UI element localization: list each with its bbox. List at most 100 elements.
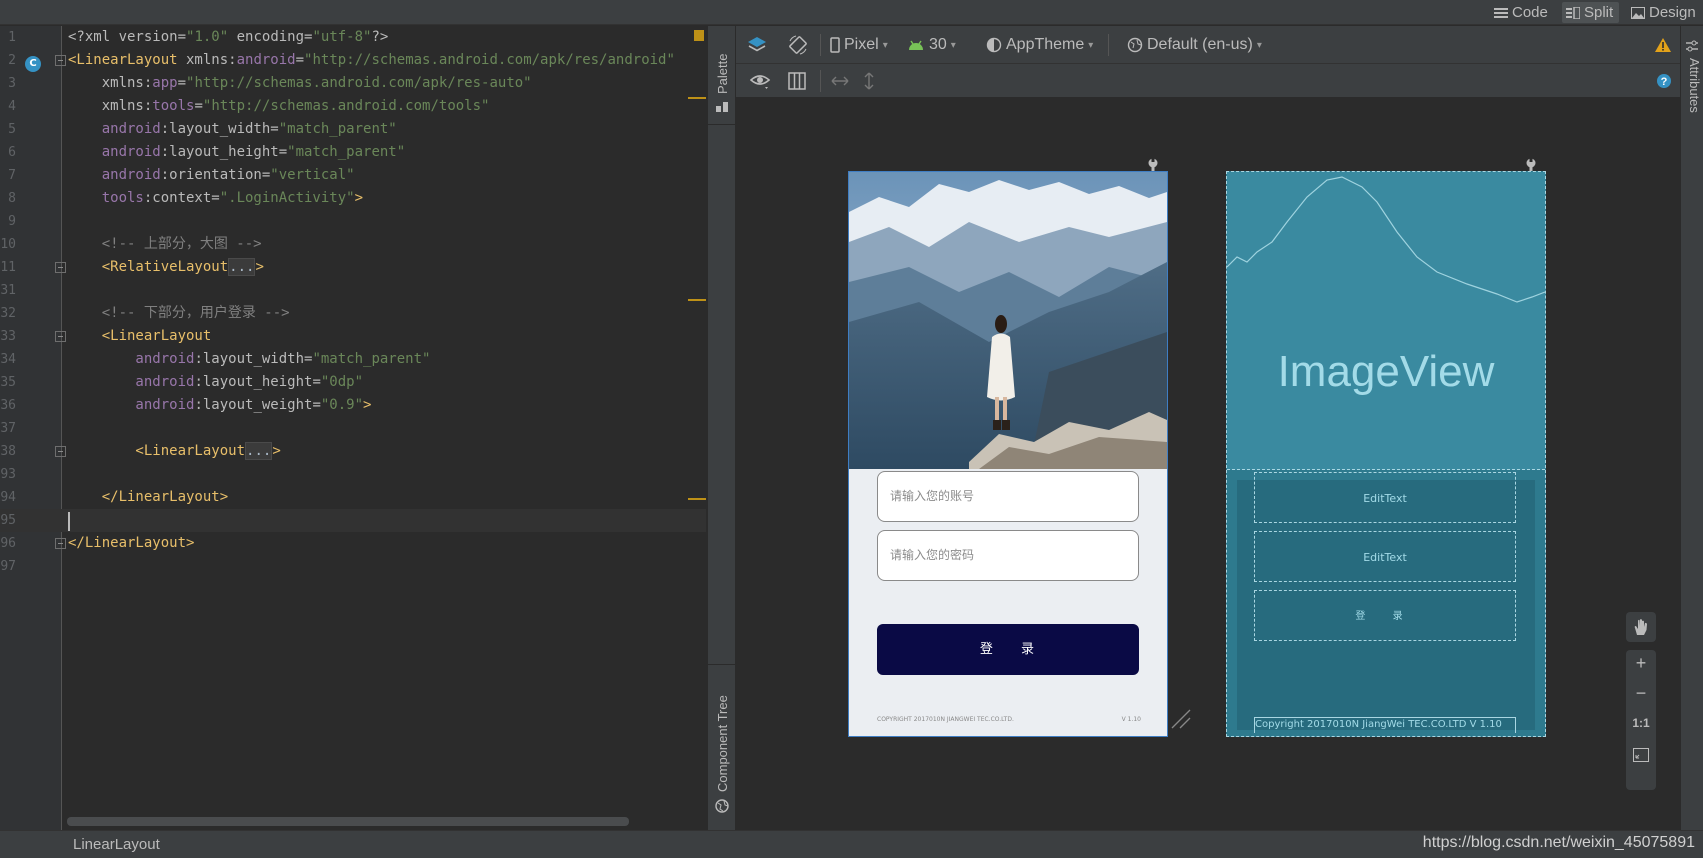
fold-toggle-icon[interactable]: [55, 446, 66, 457]
api-level-selector[interactable]: 30 ▾: [907, 35, 956, 55]
code-text[interactable]: </LinearLayout>: [68, 486, 228, 509]
code-line[interactable]: 35 android:layout_height="0dp": [0, 371, 706, 394]
zoom-fit-button[interactable]: [1626, 744, 1656, 767]
eye-icon: [750, 75, 771, 89]
code-line[interactable]: 1 <?xml version="1.0" encoding="utf-8"?>: [0, 26, 706, 49]
code-line[interactable]: 94 </LinearLayout>: [0, 486, 706, 509]
code-line[interactable]: 3 xmlns:app="http://schemas.android.com/…: [0, 72, 706, 95]
code-line[interactable]: 8 tools:context=".LoginActivity">: [0, 187, 706, 210]
folded-region[interactable]: ...: [228, 258, 256, 276]
code-token: >: [255, 259, 264, 275]
code-text[interactable]: android:orientation="vertical": [68, 164, 355, 187]
fold-toggle-icon[interactable]: [55, 538, 66, 549]
theme-selector[interactable]: AppTheme ▾: [986, 35, 1093, 55]
code-lines-icon: [1494, 7, 1508, 18]
code-line[interactable]: 2 <LinearLayout xmlns:android="http://sch…: [0, 49, 706, 72]
code-line[interactable]: 31: [0, 279, 706, 302]
issues-button[interactable]: [1654, 35, 1672, 55]
code-line[interactable]: 93: [0, 463, 706, 486]
code-line[interactable]: 37: [0, 417, 706, 440]
code-line[interactable]: 11 <RelativeLayout...>: [0, 256, 706, 279]
code-text[interactable]: android:layout_height="0dp": [68, 371, 363, 394]
device-selector[interactable]: Pixel ▾: [830, 35, 888, 55]
code-line[interactable]: 36 android:layout_weight="0.9">: [0, 394, 706, 417]
account-input[interactable]: 请输入您的账号: [877, 471, 1139, 522]
code-text[interactable]: <?xml version="1.0" encoding="utf-8"?>: [68, 26, 388, 49]
split-mode-button[interactable]: Split: [1562, 2, 1620, 23]
orientation-button[interactable]: [788, 35, 808, 55]
login-button[interactable]: 登 录: [877, 624, 1139, 675]
fold-toggle-icon[interactable]: [55, 262, 66, 273]
attributes-icon[interactable]: [1685, 38, 1699, 57]
layers-button[interactable]: [746, 35, 768, 55]
code-line[interactable]: 97: [0, 555, 706, 578]
folded-region[interactable]: ...: [245, 442, 273, 460]
horizontal-scrollbar[interactable]: [67, 817, 629, 826]
code-text[interactable]: android:layout_height="match_parent": [68, 141, 405, 164]
code-line[interactable]: 5 android:layout_width="match_parent": [0, 118, 706, 141]
palette-tab[interactable]: Palette: [715, 54, 730, 94]
code-text[interactable]: <RelativeLayout...>: [68, 256, 264, 279]
code-text[interactable]: <!-- 下部分，用户登录 -->: [68, 302, 290, 325]
design-mode-button[interactable]: Design: [1627, 2, 1702, 23]
password-input[interactable]: 请输入您的密码: [877, 530, 1139, 581]
zoom-actual-size-button[interactable]: 1:1: [1626, 716, 1656, 730]
device-label: Pixel: [844, 36, 879, 53]
code-text[interactable]: <!-- 上部分，大图 -->: [68, 233, 262, 256]
code-line[interactable]: 32 <!-- 下部分，用户登录 -->: [0, 302, 706, 325]
blueprint-preview[interactable]: ImageView EditText EditText 登 录 Copyrigh…: [1226, 171, 1546, 737]
code-text[interactable]: </LinearLayout>: [68, 532, 194, 555]
code-line[interactable]: 33 <LinearLayout: [0, 325, 706, 348]
code-line[interactable]: 38 <LinearLayout...>: [0, 440, 706, 463]
help-button[interactable]: ?: [1656, 71, 1672, 91]
code-text[interactable]: xmlns:tools="http://schemas.android.com/…: [68, 95, 490, 118]
blueprint-button[interactable]: 登 录: [1254, 590, 1516, 641]
fit-screen-icon: [1633, 748, 1649, 762]
locale-selector[interactable]: Default (en-us) ▾: [1127, 35, 1262, 55]
blueprint-footer[interactable]: Copyright 2017010N JiangWei TEC.CO.LTD V…: [1254, 717, 1516, 733]
component-tree-tab[interactable]: Component Tree: [715, 695, 730, 792]
zoom-in-button[interactable]: +: [1626, 653, 1656, 674]
code-text[interactable]: android:layout_width="match_parent": [68, 348, 430, 371]
code-token: :orientation=: [160, 167, 271, 183]
chevron-down-icon: ▾: [882, 39, 888, 51]
code-line[interactable]: 96 </LinearLayout>: [0, 532, 706, 555]
layout-canvas[interactable]: 请输入您的账号 请输入您的密码 登 录 COPYRIGHT 2017010N J…: [736, 98, 1680, 830]
code-text[interactable]: <LinearLayout xmlns:android="http://sche…: [68, 49, 675, 72]
fold-toggle-icon[interactable]: [55, 55, 66, 66]
pan-button[interactable]: [1626, 612, 1656, 642]
view-options-button[interactable]: [750, 71, 772, 91]
code-text[interactable]: android:layout_weight="0.9">: [68, 394, 371, 417]
code-line[interactable]: 9: [0, 210, 706, 233]
blueprint-edittext[interactable]: EditText: [1254, 531, 1516, 582]
code-text[interactable]: tools:context=".LoginActivity">: [68, 187, 363, 210]
palette-icon[interactable]: [715, 98, 729, 112]
attributes-tab[interactable]: Attributes: [1687, 58, 1702, 113]
code-token: android: [236, 52, 296, 68]
code-line[interactable]: 10 <!-- 上部分，大图 -->: [0, 233, 706, 256]
breadcrumb[interactable]: LinearLayout: [73, 836, 160, 853]
resize-handle-icon[interactable]: [1170, 708, 1192, 730]
code-line[interactable]: 95: [0, 509, 706, 532]
blueprint-edittext[interactable]: EditText: [1254, 472, 1516, 523]
code-line[interactable]: 6 android:layout_height="match_parent": [0, 141, 706, 164]
fold-toggle-icon[interactable]: [55, 331, 66, 342]
globe-icon[interactable]: [715, 798, 729, 813]
code-line[interactable]: 4 xmlns:tools="http://schemas.android.co…: [0, 95, 706, 118]
blueprint-imageview[interactable]: ImageView: [1227, 172, 1545, 470]
resize-horizontal-button[interactable]: [830, 71, 850, 91]
header-image[interactable]: [849, 172, 1167, 469]
blueprint-toggle-button[interactable]: [788, 71, 806, 91]
code-text[interactable]: <LinearLayout: [68, 325, 212, 348]
code-text[interactable]: xmlns:app="http://schemas.android.com/ap…: [68, 72, 532, 95]
code-text[interactable]: <LinearLayout...>: [68, 440, 281, 463]
code-editor[interactable]: C 1 <?xml version="1.0" encoding="utf-8"?…: [0, 26, 706, 830]
zoom-out-button[interactable]: −: [1626, 683, 1656, 704]
code-token: >: [354, 190, 364, 206]
code-text[interactable]: android:layout_width="match_parent": [68, 118, 397, 141]
code-mode-button[interactable]: Code: [1490, 2, 1554, 23]
device-preview[interactable]: 请输入您的账号 请输入您的密码 登 录 COPYRIGHT 2017010N J…: [848, 171, 1168, 737]
code-line[interactable]: 7 android:orientation="vertical": [0, 164, 706, 187]
code-line[interactable]: 34 android:layout_width="match_parent": [0, 348, 706, 371]
resize-vertical-button[interactable]: [862, 71, 876, 91]
